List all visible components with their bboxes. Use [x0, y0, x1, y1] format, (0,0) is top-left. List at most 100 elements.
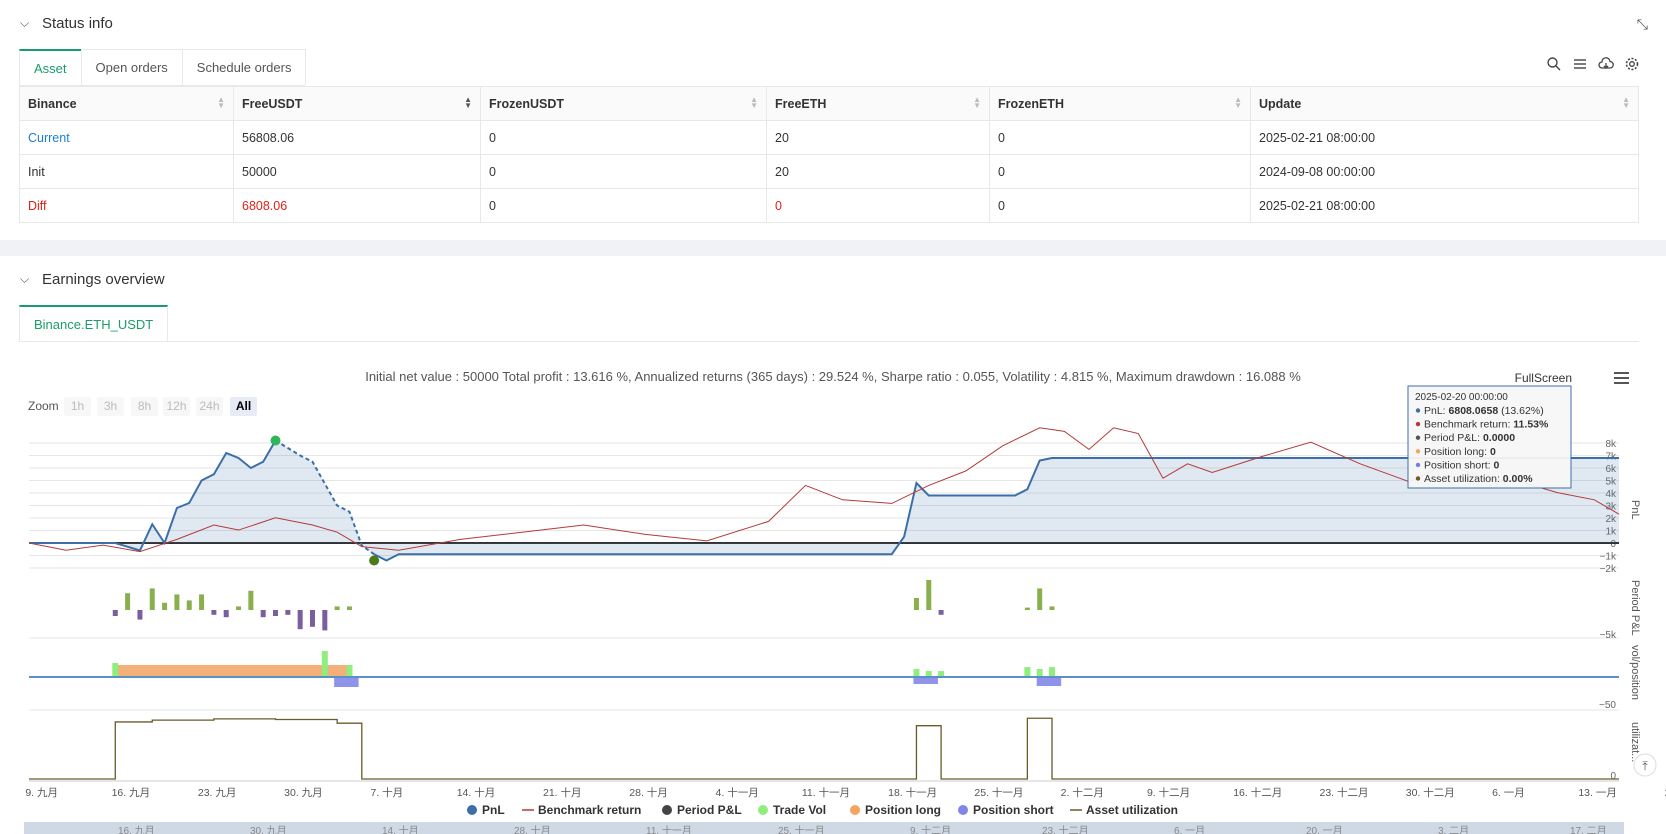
- x-tick-label: 6. 一月: [1492, 787, 1525, 799]
- zoom-option-label: 8h: [138, 399, 151, 413]
- legend-item-label[interactable]: Period P&L: [677, 803, 742, 817]
- legend-item-label[interactable]: Asset utilization: [1086, 803, 1178, 817]
- trade-vol-bar: [346, 665, 353, 677]
- trade-vol-bar: [913, 669, 920, 677]
- tooltip-row: PnL: 6808.0658 (13.62%): [1424, 405, 1544, 417]
- period-pnl-bar: [125, 593, 131, 610]
- trade-vol-bar: [112, 663, 119, 677]
- period-pnl-bar: [1037, 588, 1043, 610]
- x-tick-label: 30. 十二月: [1406, 786, 1455, 799]
- legend-marker: [958, 805, 968, 815]
- legend-marker: [467, 805, 477, 815]
- period-pnl-bar: [236, 606, 242, 610]
- tooltip-date: 2025-02-20 00:00:00: [1415, 392, 1508, 403]
- zoom-option-label: 24h: [199, 399, 219, 413]
- navigator-tick-label: 11. 十一月: [646, 824, 692, 834]
- tooltip-row-label: Asset utilization:: [1424, 473, 1503, 485]
- menu-icon: [1614, 377, 1629, 379]
- utilization-line: [29, 717, 1619, 780]
- period-pnl-bar: [334, 606, 340, 610]
- zoom-option-label: 1h: [71, 399, 84, 413]
- period-pnl-bar: [174, 594, 180, 610]
- period-pnl-bar: [162, 602, 168, 610]
- tooltip-row: Asset utilization: 0.00%: [1424, 473, 1533, 485]
- period-pnl-bar: [199, 594, 205, 610]
- tooltip-row: Position short: 0: [1424, 459, 1499, 471]
- trough-marker: [369, 555, 380, 566]
- tooltip-row: Benchmark return: 11.53%: [1424, 419, 1549, 431]
- pnl-tick-label: −2k: [1600, 564, 1617, 575]
- tooltip-marker: [1415, 408, 1421, 413]
- period-pnl-bar: [137, 610, 143, 620]
- x-tick-label: 9. 九月: [25, 787, 58, 799]
- x-tick-label: 11. 十一月: [802, 786, 850, 799]
- util-tick-label: 0: [1610, 771, 1616, 782]
- position-short-bar: [334, 677, 359, 687]
- navigator-tick-label: 6. 一月: [1174, 825, 1205, 834]
- navigator-tick-label: 17. 二月: [1570, 825, 1607, 834]
- period-tick-label: −5k: [1600, 630, 1617, 641]
- period-pnl-bar: [186, 600, 192, 610]
- tooltip-row-label: PnL:: [1424, 405, 1449, 417]
- tooltip-row-value: 6808.0658: [1449, 405, 1499, 417]
- x-tick-label: 16. 九月: [112, 787, 151, 799]
- navigator-tick-label: 30. 九月: [250, 825, 287, 834]
- tooltip-marker: [1415, 435, 1421, 440]
- trade-vol-bar: [1049, 667, 1056, 677]
- legend-item-label[interactable]: Benchmark return: [538, 803, 641, 817]
- navigator-tick-label: 20. 一月: [1306, 825, 1343, 834]
- trade-vol-bar: [1036, 669, 1043, 677]
- trade-vol-bar: [1024, 667, 1031, 677]
- tooltip-row-value: 11.53%: [1513, 419, 1549, 431]
- navigator-tick-label: 14. 十月: [382, 824, 419, 834]
- zoom-option-label: 3h: [104, 399, 117, 413]
- legend-marker: [850, 805, 860, 815]
- x-tick-label: 2. 十二月: [1061, 786, 1104, 799]
- period-pnl-bar: [297, 610, 303, 630]
- zoom-option-label: 12h: [166, 399, 186, 413]
- period-pnl-bar: [322, 610, 328, 631]
- legend-item-label[interactable]: Position short: [973, 803, 1054, 817]
- fullscreen-button[interactable]: FullScreen: [1515, 371, 1572, 385]
- x-tick-label: 23. 十二月: [1320, 786, 1369, 799]
- x-tick-label: 4. 十一月: [716, 786, 759, 799]
- legend-item-label[interactable]: Position long: [865, 803, 941, 817]
- x-tick-label: 7. 十月: [370, 786, 403, 799]
- period-pnl-bar: [273, 610, 279, 616]
- period-pnl-bar: [112, 610, 118, 616]
- navigator-tick-label: 28. 十月: [514, 824, 551, 834]
- x-tick-label: 25. 十一月: [974, 786, 1023, 799]
- tooltip-marker: [1415, 476, 1421, 481]
- legend-item-label[interactable]: PnL: [482, 803, 505, 817]
- period-pnl-bar: [1024, 607, 1030, 610]
- navigator-tick-label: 9. 十二月: [910, 824, 951, 834]
- legend-item-label[interactable]: Trade Vol: [773, 803, 826, 817]
- tooltip-row: Period P&L: 0.0000: [1424, 432, 1515, 444]
- x-tick-label: 18. 十一月: [888, 786, 937, 799]
- period-axis-title: Period P&L: [1629, 580, 1641, 636]
- tooltip-row-label: Position long:: [1424, 446, 1490, 458]
- arrow-up-icon: ⤒: [1642, 759, 1648, 773]
- menu-icon: [1614, 382, 1629, 384]
- period-pnl-bar: [926, 580, 932, 610]
- x-tick-label: 9. 十二月: [1147, 786, 1190, 799]
- x-tick-label: 23. 九月: [198, 787, 237, 799]
- x-tick-label: 30. 九月: [284, 787, 323, 799]
- tooltip-row-value: 0: [1490, 446, 1496, 458]
- menu-icon: [1614, 372, 1629, 374]
- tooltip-row-label: Period P&L:: [1424, 432, 1483, 444]
- x-tick-label: 14. 十月: [457, 786, 496, 799]
- pnl-axis-title: PnL: [1629, 500, 1641, 520]
- peak-marker: [270, 435, 281, 446]
- tooltip-row-value: 0: [1493, 459, 1499, 471]
- navigator-tick-label: 25. 十一月: [778, 824, 825, 834]
- period-pnl-bar: [149, 588, 155, 610]
- vol-axis-title: vol/position: [1629, 645, 1641, 700]
- vol-tick-label: −50: [1599, 700, 1616, 711]
- legend-marker: [758, 805, 768, 815]
- tooltip-marker: [1415, 421, 1421, 427]
- navigator-tick-label: 16. 九月: [118, 825, 155, 834]
- period-pnl-bar: [211, 610, 217, 615]
- navigator-tick-label: 23. 十二月: [1042, 824, 1089, 834]
- tooltip-marker: [1415, 462, 1421, 468]
